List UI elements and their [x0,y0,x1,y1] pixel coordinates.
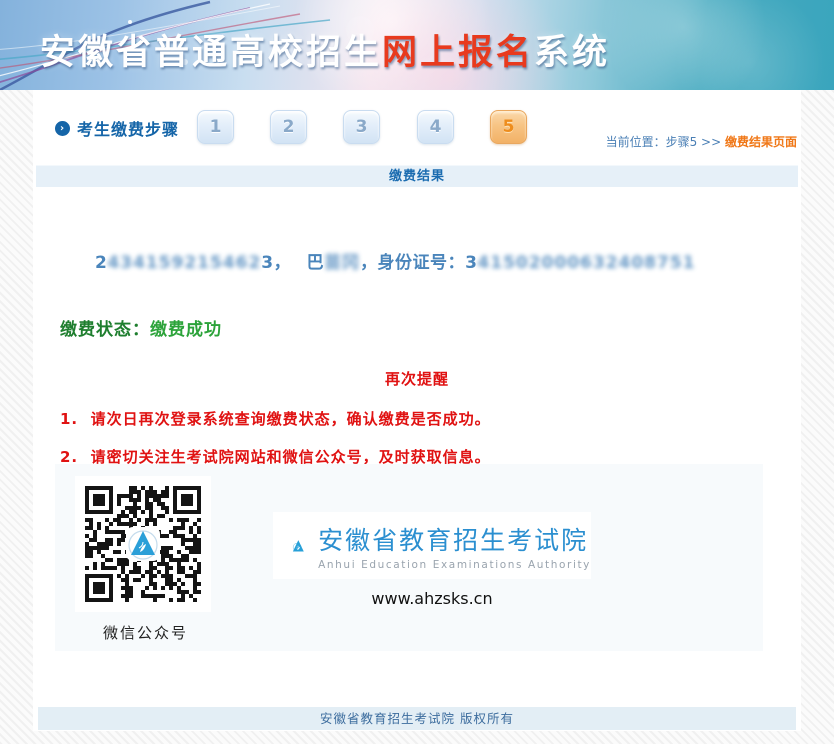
reminder-title: 再次提醒 [33,368,801,389]
contact-panel: 微信公众号 安徽省教育招生考试院 Anhui Education Examina… [55,464,763,651]
content-panel: › 考生缴费步骤 1 2 3 4 5 当前位置：步骤5 >> 缴费结果页面 缴费… [33,90,801,731]
page-title-part1: 安徽省普通高校招生 [40,33,382,73]
candidate-name-redacted: 苗冈 [324,253,360,273]
idcard-start: 3 [465,253,477,273]
payment-status-value: 缴费成功 [150,320,222,340]
reminder-item-1: 1. 请次日再次登录系统查询缴费状态，确认缴费是否成功。 [60,408,491,429]
step-box-5-active[interactable]: 5 [490,110,527,144]
page-title-red: 网上报名 [382,33,534,73]
qr-code [75,476,211,612]
breadcrumb: 当前位置：步骤5 >> 缴费结果页面 [606,133,797,150]
website-url: www.ahzsks.cn [273,589,591,608]
breadcrumb-prefix: 当前位置：步骤5 >> [606,135,725,149]
step-box-4[interactable]: 4 [417,110,454,144]
section-title-bar: 缴费结果 [36,165,798,187]
payment-status: 缴费状态：缴费成功 [60,315,222,340]
idcard-label: ，身份证号： [360,253,465,273]
org-name-cn: 安徽省教育招生考试院 [318,521,591,557]
org-logo-box: 安徽省教育招生考试院 Anhui Education Examinations … [273,512,591,579]
payment-status-label: 缴费状态： [60,320,150,340]
idcard-redacted: 41502000632408751 [477,253,695,273]
page-title: 安徽省普通高校招生网上报名系统 [40,24,610,75]
step-box-1[interactable]: 1 [197,110,234,144]
qr-label: 微信公众号 [103,622,188,643]
step-box-3[interactable]: 3 [343,110,380,144]
org-text: 安徽省教育招生考试院 Anhui Education Examinations … [318,521,591,571]
info-gap [283,253,307,273]
breadcrumb-current-link[interactable]: 缴费结果页面 [725,135,797,149]
steps-label-text: 考生缴费步骤 [77,116,179,140]
candidate-info: 24341592154623， 巴苗冈，身份证号：341502000632408… [95,248,696,273]
footer-copyright: 安徽省教育招生考试院 版权所有 [38,707,796,730]
step-box-2[interactable]: 2 [270,110,307,144]
candidate-id-redacted: 434159215462 [107,253,261,273]
steps-label: › 考生缴费步骤 [55,116,179,140]
org-logo-icon [291,519,306,573]
page-title-part2: 系统 [534,33,610,73]
arrow-circle-icon: › [55,121,70,136]
banner: 安徽省普通高校招生网上报名系统 [0,0,834,90]
candidate-name: 巴 [307,253,325,273]
candidate-id-start: 2 [95,253,107,273]
org-name-en: Anhui Education Examinations Authority [318,559,591,571]
candidate-id-end: 3， [261,253,282,273]
